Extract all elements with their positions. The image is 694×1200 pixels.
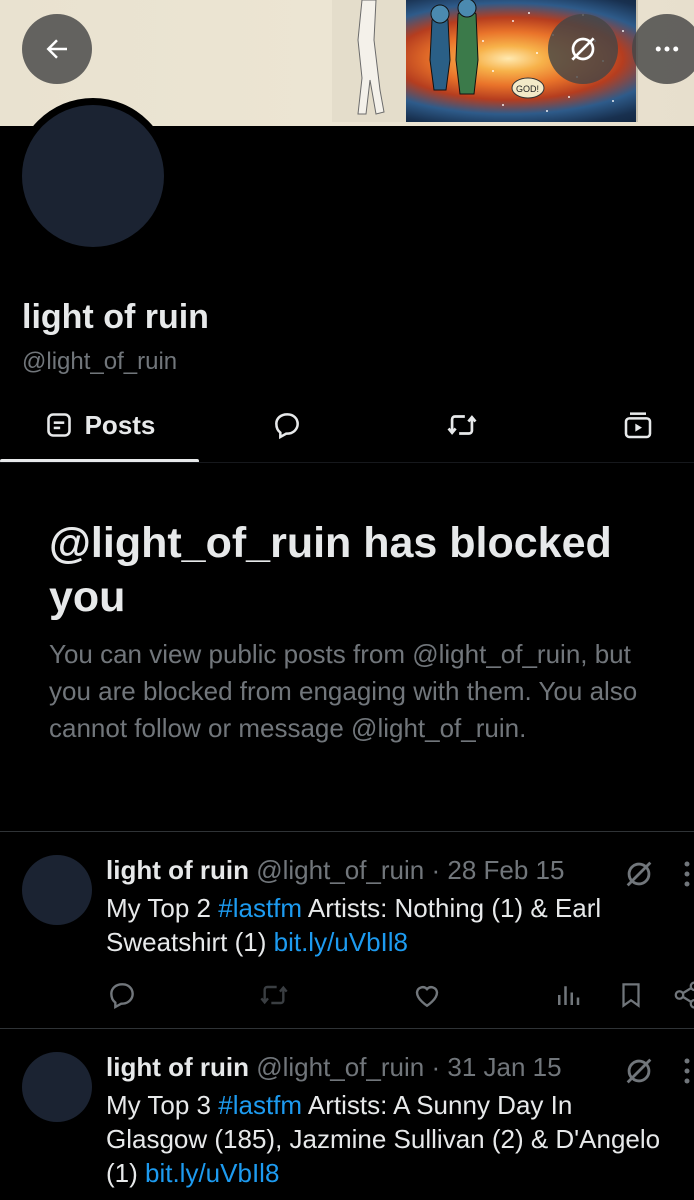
- more-vertical-icon[interactable]: [680, 859, 694, 889]
- like-icon[interactable]: [411, 979, 443, 1011]
- art-caption: GOD!: [516, 84, 539, 94]
- tab-reposts[interactable]: [422, 392, 502, 458]
- grok-slash-icon[interactable]: [622, 857, 656, 891]
- post-divider: [0, 1028, 694, 1029]
- post-avatar[interactable]: [22, 1052, 92, 1122]
- media-icon: [624, 412, 652, 439]
- url-link[interactable]: bit.ly/uVbIl8: [274, 927, 408, 957]
- tabs-divider: [0, 462, 694, 463]
- hashtag-link[interactable]: #lastfm: [218, 893, 302, 923]
- post-header: light of ruin @light_of_ruin · 31 Jan 15: [106, 1052, 562, 1083]
- post-text-segment: Artists: A Sunny Day In: [302, 1090, 573, 1120]
- url-link[interactable]: bit.ly/uVbIl8: [145, 1158, 279, 1188]
- blocked-description: You can view public posts from @light_of…: [49, 639, 638, 743]
- repost-icon: [447, 415, 477, 435]
- repost-icon[interactable]: [257, 979, 291, 1011]
- star-speck: [528, 12, 530, 14]
- bookmark-icon[interactable]: [616, 979, 646, 1011]
- star-speck: [502, 104, 504, 106]
- grok-slash-icon[interactable]: [622, 1054, 656, 1088]
- post-text-segment: Artists: Nothing (1) & Earl: [302, 893, 602, 923]
- post-author[interactable]: light of ruin: [106, 855, 249, 885]
- posts-icon: [46, 413, 71, 437]
- post-text-segment: My Top 3: [106, 1090, 219, 1120]
- tab-media[interactable]: [598, 392, 678, 458]
- back-arrow-icon: [46, 39, 67, 59]
- star-speck: [612, 100, 614, 102]
- star-speck: [546, 110, 548, 112]
- blocked-title: @light_of_ruin has blocked you: [49, 519, 612, 621]
- section-divider: [0, 831, 694, 832]
- tab-replies[interactable]: [247, 392, 327, 458]
- star-speck: [622, 30, 624, 32]
- tab-posts[interactable]: Posts: [0, 392, 200, 458]
- post-author[interactable]: light of ruin: [106, 1052, 249, 1082]
- reply-bubble-icon: [275, 413, 299, 440]
- views-icon[interactable]: [553, 979, 583, 1011]
- post-text: My Top 3 #lastfm Artists: A Sunny Day In…: [106, 1088, 694, 1190]
- post-item[interactable]: light of ruin @light_of_ruin · 28 Feb 15…: [0, 833, 694, 1028]
- star-speck: [492, 70, 494, 72]
- post-text-segment: My Top 2: [106, 893, 219, 923]
- post-text-line: Glasgow (185), Jazmine Sullivan (2) & D'…: [106, 1124, 661, 1154]
- post-avatar[interactable]: [22, 855, 92, 925]
- share-icon[interactable]: [672, 979, 694, 1011]
- hashtag-link[interactable]: #lastfm: [218, 1090, 302, 1120]
- post-actions: [0, 979, 694, 1019]
- star-speck: [482, 40, 484, 42]
- profile-name: light of ruin: [22, 298, 209, 336]
- post-text-segment: Sweatshirt (1): [106, 927, 274, 957]
- post-handle-date: @light_of_ruin · 31 Jan 15: [256, 1052, 562, 1082]
- more-button[interactable]: [632, 14, 694, 84]
- avatar[interactable]: [22, 105, 164, 247]
- back-button[interactable]: [22, 14, 92, 84]
- profile-tabs: Posts: [0, 392, 694, 464]
- post-text-segment: (1): [106, 1158, 145, 1188]
- post-text: My Top 2 #lastfm Artists: Nothing (1) & …: [106, 891, 694, 959]
- star-speck: [536, 52, 538, 54]
- more-vertical-icon[interactable]: [680, 1056, 694, 1086]
- more-icon: [655, 46, 679, 52]
- star-speck: [512, 20, 514, 22]
- star-speck: [568, 96, 570, 98]
- post-handle-date: @light_of_ruin · 28 Feb 15: [256, 855, 565, 885]
- tab-posts-label: Posts: [84, 409, 156, 440]
- post-header: light of ruin @light_of_ruin · 28 Feb 15: [106, 855, 564, 886]
- post-item[interactable]: light of ruin @light_of_ruin · 31 Jan 15…: [0, 1030, 694, 1200]
- grok-button[interactable]: [548, 14, 618, 84]
- profile-handle: @light_of_ruin: [22, 348, 178, 375]
- profile-avatar-frame: [15, 98, 171, 254]
- reply-icon[interactable]: [106, 979, 138, 1011]
- grok-slash-icon: [571, 37, 595, 61]
